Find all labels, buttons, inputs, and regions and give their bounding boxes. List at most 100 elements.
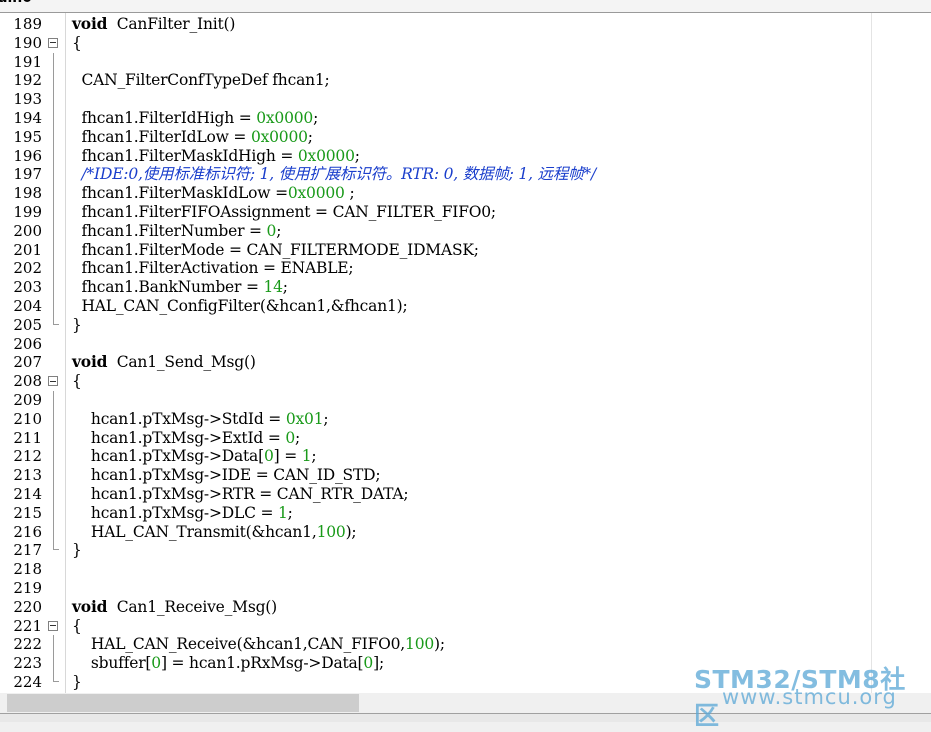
- keyword: void: [72, 14, 108, 33]
- line-number: 190: [13, 33, 42, 52]
- fold-guide: [53, 278, 54, 297]
- code-text: fhcan1.BankNumber = 14;: [72, 278, 288, 297]
- code-line[interactable]: 192 CAN_FilterConfTypeDef fhcan1;: [0, 71, 871, 91]
- code-line[interactable]: 209: [0, 391, 871, 410]
- code-line[interactable]: 196 fhcan1.FilterMaskIdHigh = 0x0000;: [0, 146, 871, 166]
- code-text: hcan1.pTxMsg->ExtId = 0;: [72, 429, 300, 448]
- code-token: ;: [295, 428, 301, 447]
- code-text: fhcan1.FilterMaskIdHigh = 0x0000;: [72, 147, 360, 166]
- line-number: 224: [13, 673, 42, 691]
- number-literal: 100: [316, 522, 346, 541]
- code-text: fhcan1.FilterIdLow = 0x0000;: [72, 128, 313, 147]
- code-line[interactable]: 207 void Can1_Send_Msg(): [0, 352, 871, 372]
- number-literal: 1: [277, 503, 288, 522]
- code-line[interactable]: 217}: [0, 541, 871, 560]
- code-token: ;: [323, 409, 329, 428]
- code-line[interactable]: 204 HAL_CAN_ConfigFilter(&hcan1,&fhcan1)…: [0, 297, 871, 316]
- line-number: 199: [13, 203, 42, 221]
- code-text: void Can1_Receive_Msg(): [72, 596, 278, 617]
- code-token: fhcan1.FilterMaskIdLow =: [72, 184, 288, 203]
- fold-collapse-icon[interactable]: [48, 37, 58, 48]
- code-token: hcan1.pTxMsg->IDE = CAN_ID_STD;: [72, 466, 381, 485]
- code-line[interactable]: 219: [0, 579, 871, 598]
- code-token: fhcan1.FilterMode = CAN_FILTERMODE_IDMAS…: [72, 240, 479, 259]
- code-token: );: [345, 522, 357, 541]
- comment: /*IDE:0,使用标准标识符; 1, 使用扩展标识符。RTR: 0, 数据帧;…: [81, 165, 596, 184]
- number-literal: 0: [285, 428, 296, 447]
- code-text: CAN_FilterConfTypeDef fhcan1;: [72, 71, 329, 90]
- code-token: hcan1.pTxMsg->Data[: [72, 447, 264, 466]
- code-line[interactable]: 215 hcan1.pTxMsg->DLC = 1;: [0, 503, 871, 523]
- code-line[interactable]: 194 fhcan1.FilterIdHigh = 0x0000;: [0, 109, 871, 128]
- code-line[interactable]: 199 fhcan1.FilterFIFOAssignment = CAN_FI…: [0, 203, 871, 222]
- line-number: 191: [13, 52, 42, 71]
- fold-collapse-icon[interactable]: [48, 376, 58, 387]
- code-text: void CanFilter_Init(): [72, 14, 235, 34]
- code-line[interactable]: 218: [0, 560, 871, 579]
- code-token: fhcan1.FilterIdLow =: [72, 127, 251, 146]
- fold-guide: [53, 503, 54, 523]
- line-number: 211: [13, 428, 42, 447]
- line-number: 218: [13, 560, 42, 579]
- code-text: }: [72, 673, 82, 692]
- number-literal: 0: [263, 447, 274, 466]
- line-number: 193: [13, 90, 42, 109]
- line-number: 213: [13, 466, 42, 485]
- keyword: void: [72, 596, 108, 616]
- code-text: hcan1.pTxMsg->RTR = CAN_RTR_DATA;: [72, 485, 409, 504]
- fold-guide: [53, 297, 54, 316]
- number-literal: 0x01: [285, 409, 324, 428]
- code-token: {: [72, 616, 82, 635]
- code-line[interactable]: 190 {: [0, 34, 871, 53]
- fold-guide: [53, 184, 54, 203]
- code-line[interactable]: 191: [0, 52, 871, 72]
- code-line[interactable]: 203 fhcan1.BankNumber = 14;: [0, 278, 871, 297]
- code-token: hcan1.pTxMsg->StdId =: [72, 409, 286, 428]
- code-token: {: [72, 372, 82, 391]
- fold-guide: [53, 221, 54, 241]
- code-line[interactable]: 210 hcan1.pTxMsg->StdId = 0x01;: [0, 409, 871, 429]
- code-line[interactable]: 202 fhcan1.FilterActivation = ENABLE;: [0, 259, 871, 279]
- code-text: hcan1.pTxMsg->DLC = 1;: [72, 504, 293, 523]
- code-text: }: [72, 541, 82, 560]
- scrollbar-thumb[interactable]: [7, 694, 359, 712]
- code-token: sbuffer[: [72, 654, 152, 673]
- code-editor[interactable]: 189 void CanFilter_Init() 190 {191 192 CAN_F…: [0, 13, 931, 693]
- line-number: 192: [13, 71, 42, 90]
- code-line[interactable]: 211 hcan1.pTxMsg->ExtId = 0;: [0, 428, 871, 448]
- file-tab-label[interactable]: ain0: [0, 0, 32, 6]
- code-token: ] =: [273, 447, 302, 466]
- code-line[interactable]: 214 hcan1.pTxMsg->RTR = CAN_RTR_DATA;: [0, 485, 871, 504]
- code-token: hcan1.pTxMsg->ExtId =: [72, 428, 286, 447]
- code-token: ;: [344, 184, 355, 203]
- fold-collapse-icon[interactable]: [48, 620, 58, 631]
- code-line[interactable]: 197 /*IDE:0,使用标准标识符; 1, 使用扩展标识符。RTR: 0, …: [0, 165, 871, 185]
- code-line[interactable]: 216 HAL_CAN_Transmit(&hcan1,100);: [0, 522, 871, 542]
- code-line[interactable]: 189 void CanFilter_Init(): [0, 14, 871, 34]
- code-line[interactable]: 200 fhcan1.FilterNumber = 0;: [0, 221, 871, 241]
- code-token: Can1_Receive_Msg(): [107, 597, 278, 616]
- fold-end-marker: [53, 541, 59, 551]
- line-number: 203: [13, 278, 42, 297]
- code-text: }: [72, 316, 82, 335]
- line-number: 202: [13, 259, 42, 278]
- code-line[interactable]: 198 fhcan1.FilterMaskIdLow =0x0000 ;: [0, 184, 871, 203]
- code-line[interactable]: 208 {: [0, 372, 871, 391]
- code-line[interactable]: 213 hcan1.pTxMsg->IDE = CAN_ID_STD;: [0, 466, 871, 485]
- fold-guide: [53, 391, 54, 410]
- code-line[interactable]: 205}: [0, 315, 871, 335]
- code-line[interactable]: 206: [0, 335, 871, 354]
- code-line[interactable]: 201 fhcan1.FilterMode = CAN_FILTERMODE_I…: [0, 240, 871, 260]
- fold-guide: [53, 635, 54, 655]
- code-token: ;: [313, 109, 319, 127]
- code-line[interactable]: 222 HAL_CAN_Receive(&hcan1,CAN_FIFO0,100…: [0, 635, 871, 655]
- fold-guide: [53, 259, 54, 279]
- code-line[interactable]: 195 fhcan1.FilterIdLow = 0x0000;: [0, 127, 871, 147]
- fold-guide: [53, 109, 54, 128]
- code-line[interactable]: 193: [0, 90, 871, 109]
- code-line[interactable]: 220 void Can1_Receive_Msg(): [0, 596, 871, 617]
- line-number: 223: [13, 654, 42, 673]
- code-token: HAL_CAN_Transmit(&hcan1,: [72, 522, 317, 541]
- code-line[interactable]: 212 hcan1.pTxMsg->Data[0] = 1;: [0, 447, 871, 467]
- code-line[interactable]: 221 {: [0, 617, 871, 636]
